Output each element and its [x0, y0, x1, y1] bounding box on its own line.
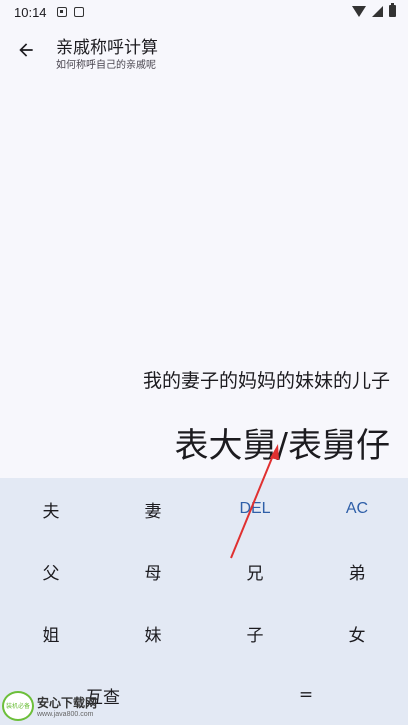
keypad: 夫 妻 DEL AC 父 母 兄 弟 姐 妹 子 女 互查 =	[0, 478, 408, 725]
page-title: 亲戚称呼计算	[56, 38, 158, 58]
app-bar: 亲戚称呼计算 如何称呼自己的亲戚呢	[0, 24, 408, 80]
key-mother[interactable]: 母	[102, 540, 204, 602]
watermark: 装机必备 安心下载网 www.java800.com	[2, 689, 104, 723]
key-son[interactable]: 子	[204, 602, 306, 664]
back-button[interactable]	[8, 32, 44, 68]
watermark-name: 安心下载网	[37, 696, 98, 710]
key-husband[interactable]: 夫	[0, 478, 102, 540]
equals-button[interactable]: =	[255, 664, 357, 725]
battery-icon	[389, 3, 396, 17]
key-younger-brother[interactable]: 弟	[306, 540, 408, 602]
key-younger-sister[interactable]: 妹	[102, 602, 204, 664]
notification-screen-icon	[73, 7, 84, 17]
watermark-logo: 装机必备	[2, 691, 34, 721]
wifi-icon	[352, 5, 366, 17]
key-older-brother[interactable]: 兄	[204, 540, 306, 602]
page-subtitle: 如何称呼自己的亲戚呢	[56, 60, 156, 71]
status-icons	[352, 3, 396, 17]
key-wife[interactable]: 妻	[102, 478, 204, 540]
key-older-sister[interactable]: 姐	[0, 602, 102, 664]
relation-expression: 我的妻子的妈妈的妹妹的儿子	[142, 370, 390, 392]
notification-a-icon	[56, 7, 67, 17]
status-bar: 10:14	[0, 0, 408, 24]
clear-all-button[interactable]: AC	[306, 478, 408, 540]
status-time: 10:14	[14, 4, 47, 20]
signal-icon	[372, 5, 383, 17]
key-father[interactable]: 父	[0, 540, 102, 602]
delete-button[interactable]: DEL	[204, 478, 306, 540]
arrow-left-icon	[19, 43, 33, 57]
key-daughter[interactable]: 女	[306, 602, 408, 664]
relation-result: 表大舅/表舅仔	[174, 426, 390, 466]
watermark-url: www.java800.com	[37, 711, 94, 718]
